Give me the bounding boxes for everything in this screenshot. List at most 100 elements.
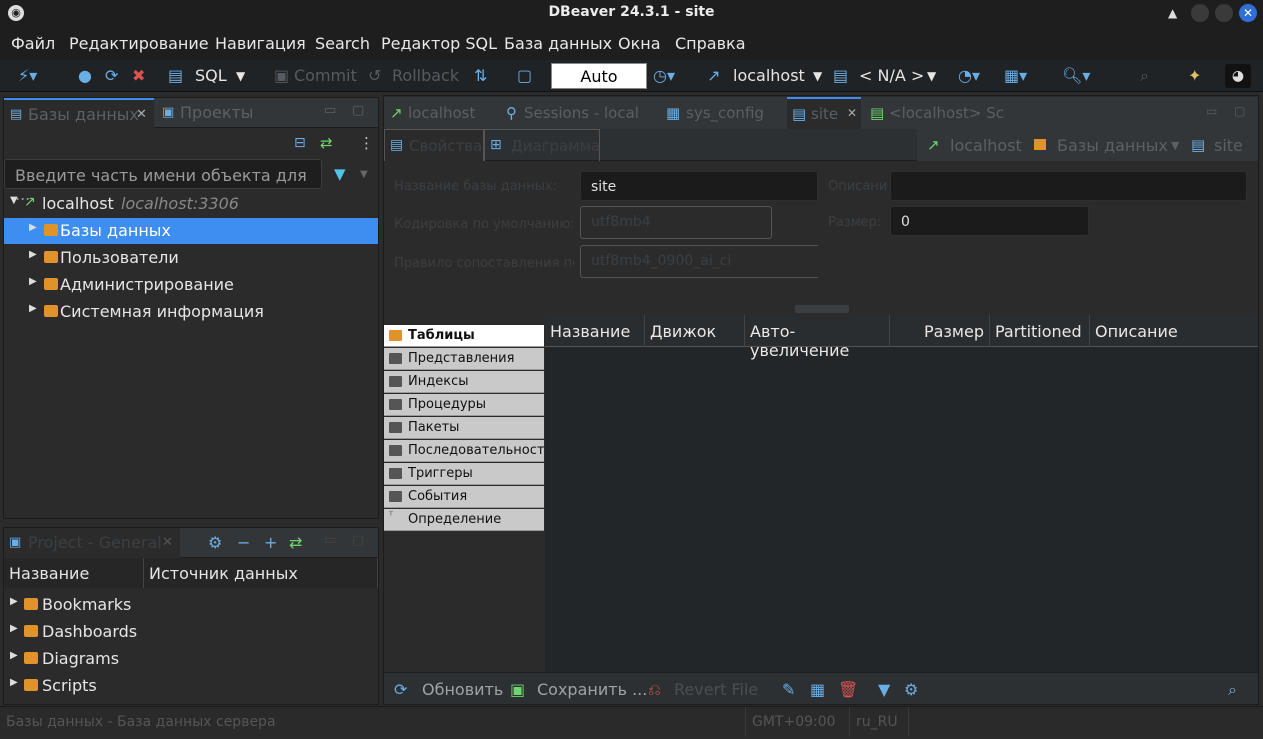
close-icon[interactable]: ✕	[162, 535, 173, 550]
sql-button[interactable]: SQL	[195, 66, 227, 85]
revert-button[interactable]: Revert File	[674, 680, 758, 699]
tree-item-users[interactable]: ▶ Пользователи	[4, 245, 378, 271]
restore-button[interactable]	[1215, 4, 1233, 22]
edit-icon[interactable]: ✎	[782, 680, 795, 699]
splitter-handle[interactable]	[795, 305, 849, 313]
collapse-all-icon[interactable]: ⊟	[294, 135, 306, 151]
rollback-button[interactable]: Rollback	[392, 66, 459, 85]
maximize-icon[interactable]: ▢	[352, 533, 364, 548]
column-header-partitioned[interactable]: Partitioned	[990, 315, 1090, 347]
chevron-down-icon[interactable]: ▼	[1171, 139, 1179, 152]
db-name-field[interactable]: site	[580, 171, 818, 201]
collapsed-arrow-icon[interactable]: ▶	[10, 596, 18, 607]
delete-icon[interactable]: 🗑︎	[838, 680, 858, 699]
maximize-button[interactable]	[1191, 4, 1209, 22]
project-item-dashboards[interactable]: ▶ Dashboards	[4, 619, 378, 645]
collapsed-arrow-icon[interactable]: ▶	[29, 222, 37, 233]
tab-projects[interactable]: Проекты	[180, 103, 253, 122]
breadcrumb-site[interactable]: site	[1214, 136, 1243, 155]
menu-window[interactable]: Окна	[618, 34, 661, 53]
chevron-down-icon[interactable]: ▼	[360, 169, 368, 180]
save-button[interactable]: Сохранить ...	[537, 680, 647, 699]
view-menu-icon[interactable]: ⋮	[359, 134, 374, 152]
project-item-scripts[interactable]: ▶ Scripts	[4, 673, 378, 699]
tx-log-icon[interactable]: ▢	[517, 66, 532, 85]
object-type-sequences[interactable]: Последовательности	[384, 440, 553, 462]
editor-tab-sessions[interactable]: Sessions - local	[524, 104, 639, 122]
settings-icon[interactable]: ⚙	[208, 533, 222, 552]
expanded-arrow-icon[interactable]: ▼	[10, 195, 18, 206]
connect-icon[interactable]: ●	[78, 66, 92, 85]
editor-tab-site[interactable]: ▤ site ✕	[787, 97, 861, 129]
object-type-procedures[interactable]: Процедуры	[384, 394, 544, 416]
collapse-icon[interactable]: −	[237, 533, 250, 552]
refresh-button[interactable]: Обновить	[422, 680, 503, 699]
search-icon[interactable]: ⌕	[1228, 680, 1237, 700]
menu-help[interactable]: Справка	[675, 34, 746, 53]
minimize-icon[interactable]: ▭	[324, 103, 336, 118]
filter-icon[interactable]: ▼	[878, 680, 890, 699]
maximize-icon[interactable]: ▢	[352, 103, 364, 118]
link-editor-icon[interactable]: ⇄	[289, 533, 302, 552]
object-type-events[interactable]: События	[384, 486, 544, 508]
reconnect-icon[interactable]: ⟳	[105, 66, 118, 85]
tree-item-databases[interactable]: ▶ Базы данных	[4, 218, 378, 244]
minimize-icon[interactable]: ▭	[324, 533, 336, 548]
close-icon[interactable]: ✕	[847, 106, 857, 120]
column-header-name[interactable]: Название	[545, 315, 645, 347]
save-icon[interactable]: ▣	[510, 680, 525, 699]
perspective-icon[interactable]: ◕	[1225, 64, 1251, 88]
sql-editor-icon[interactable]: ▤	[168, 66, 183, 85]
column-header-size[interactable]: Размер	[890, 315, 990, 347]
menu-file[interactable]: Файл	[11, 34, 55, 53]
new-connection-icon[interactable]: ⚡▾	[18, 66, 37, 85]
menu-edit[interactable]: Редактирование	[69, 34, 209, 53]
collation-select[interactable]: utf8mb4_0900_ai_ci	[580, 245, 818, 278]
object-type-triggers[interactable]: Триггеры	[384, 463, 544, 485]
maximize-icon[interactable]: ▢	[1234, 104, 1245, 118]
breadcrumb-connection[interactable]: localhost	[950, 136, 1022, 155]
new-item-icon[interactable]: ✦	[1188, 66, 1201, 85]
active-schema[interactable]: < N/A >	[859, 66, 924, 85]
menu-navigate[interactable]: Навигация	[215, 34, 306, 53]
collapsed-arrow-icon[interactable]: ▶	[29, 276, 37, 287]
object-type-views[interactable]: Представления	[384, 348, 544, 370]
collapsed-arrow-icon[interactable]: ▶	[10, 650, 18, 661]
project-item-bookmarks[interactable]: ▶ Bookmarks	[4, 592, 378, 618]
commit-button[interactable]: Commit	[294, 66, 357, 85]
new-table-icon[interactable]: ▦	[810, 680, 825, 699]
settings-icon[interactable]: ⚙	[904, 680, 918, 699]
column-header-name[interactable]: Название	[4, 558, 144, 588]
object-type-definition[interactable]: ᵀ Определение	[384, 509, 544, 531]
description-field[interactable]	[890, 171, 1247, 201]
editor-tab-localhost[interactable]: localhost	[408, 104, 475, 122]
chevron-down-icon[interactable]: ▼	[236, 69, 245, 83]
close-icon[interactable]: ✕	[136, 107, 147, 122]
tree-item-system-info[interactable]: ▶ Системная информация	[4, 299, 378, 325]
tree-connection[interactable]: ▼ ↗ localhost localhost:3306	[4, 191, 378, 217]
close-icon[interactable]: ✕	[1239, 4, 1257, 22]
menu-search[interactable]: Search	[315, 34, 370, 53]
subtab-properties[interactable]: ▤ Свойства	[384, 129, 484, 161]
project-item-diagrams[interactable]: ▶ Diagrams	[4, 646, 378, 672]
link-editor-icon[interactable]: ⇄	[320, 134, 333, 152]
collapsed-arrow-icon[interactable]: ▶	[10, 623, 18, 634]
search-icon[interactable]: 🔍︎▾	[1062, 66, 1090, 85]
expand-icon[interactable]: +	[264, 533, 277, 552]
refresh-icon[interactable]: ⟳	[394, 680, 407, 699]
breadcrumb-databases[interactable]: Базы данных	[1057, 136, 1168, 155]
object-type-tables[interactable]: Таблицы	[384, 325, 544, 347]
disconnect-icon[interactable]: ✖	[132, 66, 145, 85]
column-header-source[interactable]: Источник данных	[144, 558, 378, 588]
editor-tab-sys-config[interactable]: sys_config	[686, 104, 764, 122]
search-icon[interactable]: ⌕	[1140, 66, 1149, 86]
collapsed-arrow-icon[interactable]: ▶	[29, 249, 37, 260]
chevron-down-icon[interactable]: ▼	[813, 69, 822, 83]
dashboard-icon[interactable]: ◔▾	[958, 66, 980, 85]
transaction-mode-field[interactable]: Auto	[551, 63, 647, 89]
tab-databases[interactable]: ▤ Базы данных ✕	[4, 98, 154, 128]
minimize-icon[interactable]: ▲	[1168, 6, 1186, 24]
tab-project-general[interactable]: ▣ Project - General ✕	[4, 528, 180, 558]
subtab-diagram[interactable]: ⊞ Диаграмма	[484, 129, 600, 161]
navigator-filter-input[interactable]: Введите часть имени объекта для ...	[4, 159, 322, 204]
